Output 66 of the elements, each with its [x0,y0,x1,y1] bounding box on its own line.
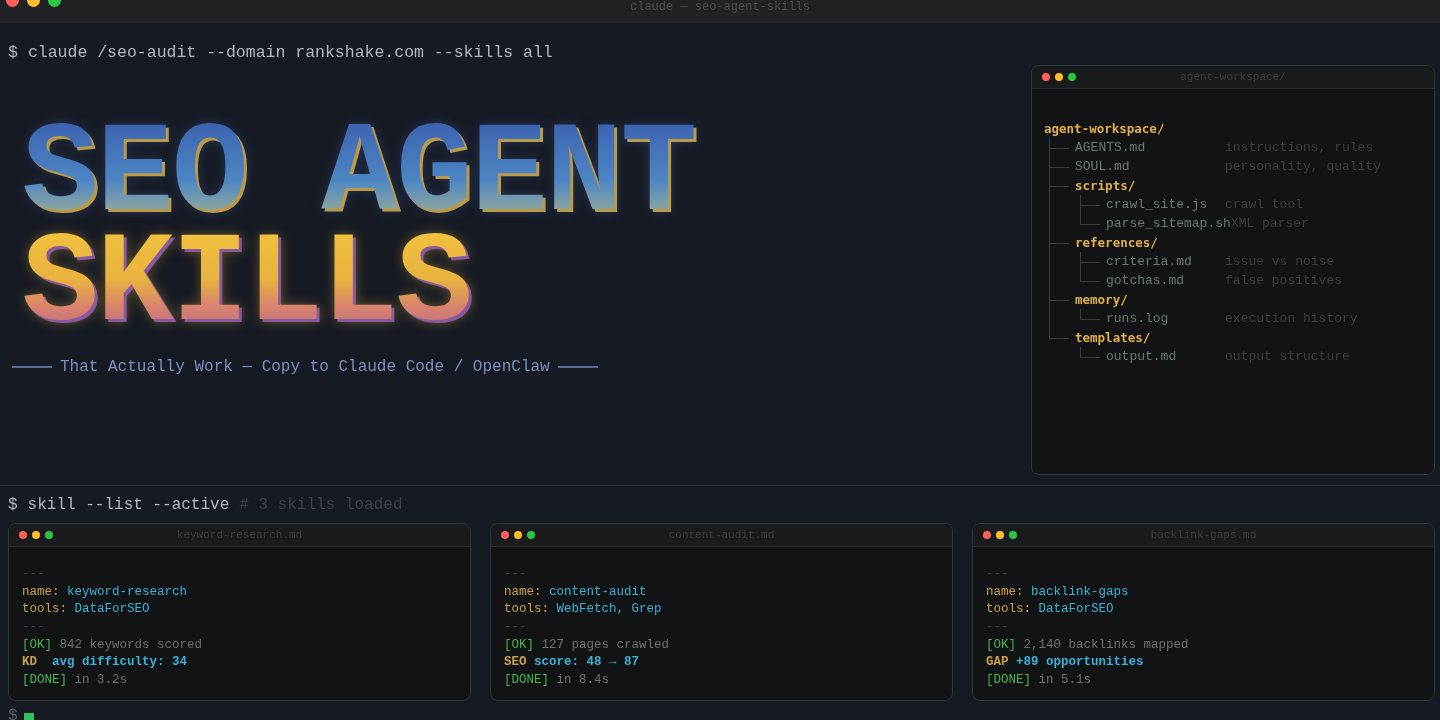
field-value: backlink-gaps [1031,584,1129,601]
metric-label: SEO [504,655,527,672]
field-key: name: [504,584,542,603]
command-text: claude /seo-audit --domain rankshake.com --skills all [27,43,553,62]
status-tag: [OK] [986,637,1016,656]
status-text: 2,140 backlinks mapped [1023,637,1189,654]
banner-tagline: That Actually Work — Copy to Claude Code / OpenClaw [60,358,550,377]
close-dot-icon[interactable] [19,531,27,539]
metric-value: score: 48 → 87 [534,655,640,672]
folder-name[interactable]: agent-workspace/ [1044,121,1165,136]
front-matter-rule: --- [504,567,527,583]
file-name[interactable]: SOUL.md [1075,159,1225,174]
status-tag: [OK] [22,637,52,656]
file-name[interactable]: output.md [1106,349,1225,364]
file-name[interactable]: runs.log [1106,311,1225,326]
file-name[interactable]: parse_sitemap.sh [1106,216,1231,231]
field-value: WebFetch, Grep [556,602,662,619]
command-text: skill --list --active [27,496,230,514]
folder-name[interactable]: scripts/ [1075,178,1225,193]
folder-name[interactable]: templates/ [1075,330,1225,345]
front-matter-rule: --- [22,620,45,637]
metric-label: GAP [986,655,1009,672]
field-key: tools: [986,602,1031,621]
status-text: in 8.4s [556,673,610,690]
file-name[interactable]: criteria.md [1106,254,1225,269]
status-text: 127 pages crawled [541,637,670,654]
field-value: DataForSEO [1038,602,1114,619]
field-key: name: [986,584,1024,603]
minimize-dot-icon[interactable] [996,531,1004,539]
field-value: content-audit [549,584,647,601]
file-name[interactable]: AGENTS.md [1075,140,1225,155]
maximize-dot-icon[interactable] [1009,531,1017,539]
file-name[interactable]: crawl_site.js [1106,197,1225,212]
front-matter-rule: --- [22,567,45,583]
status-text: in 3.2s [74,673,128,690]
minimize-dot-icon[interactable] [1055,73,1063,81]
folder-name[interactable]: references/ [1075,235,1225,250]
minimize-dot-icon[interactable] [32,531,40,539]
close-dot-icon[interactable] [501,531,509,539]
front-matter-rule: --- [504,620,527,637]
prompt-symbol: $ [8,43,18,62]
field-key: tools: [22,602,67,621]
minimize-dot-icon[interactable] [514,531,522,539]
prompt-symbol: $ [8,496,18,514]
field-value: keyword-research [67,584,188,601]
status-text: 842 keywords scored [59,637,203,654]
file-name[interactable]: gotchas.md [1106,273,1225,288]
field-key: tools: [504,602,549,621]
status-tag: [DONE] [504,673,549,691]
maximize-dot-icon[interactable] [1068,73,1076,81]
field-key: name: [22,584,60,603]
metric-label: KD [22,655,38,672]
close-dot-icon[interactable] [1042,73,1050,81]
metric-value: +89 opportunities [1016,655,1144,672]
metric-value: avg difficulty: 34 [52,655,188,672]
close-dot-icon[interactable] [983,531,991,539]
status-tag: [DONE] [986,673,1031,691]
field-value: DataForSEO [74,602,150,619]
maximize-dot-icon[interactable] [45,531,53,539]
maximize-dot-icon[interactable] [527,531,535,539]
status-tag: [OK] [504,637,534,656]
front-matter-rule: --- [986,620,1009,637]
front-matter-rule: --- [986,567,1009,583]
folder-name[interactable]: memory/ [1075,292,1225,307]
status-text: in 5.1s [1038,673,1092,690]
status-tag: [DONE] [22,673,67,691]
